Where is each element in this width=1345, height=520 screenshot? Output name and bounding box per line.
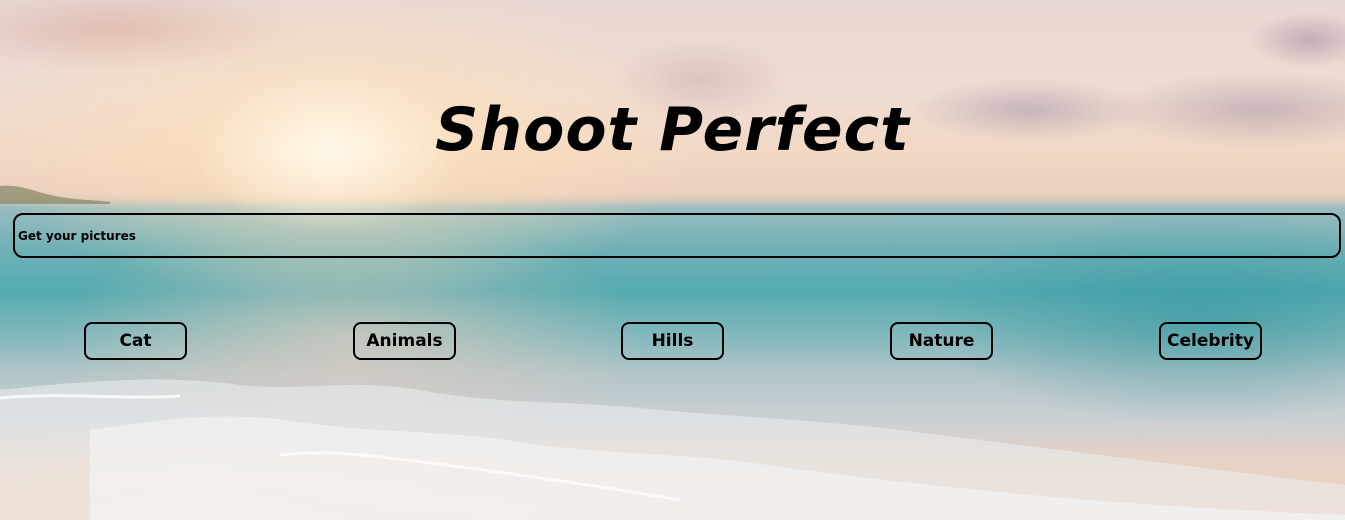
category-button-nature[interactable]: Nature: [890, 322, 993, 360]
headland-shape: [0, 185, 110, 204]
page: { "header": { "title": "Shoot Perfect" }…: [0, 0, 1345, 520]
search-input-text: Get your pictures: [18, 228, 136, 243]
search-input[interactable]: Get your pictures: [13, 213, 1341, 258]
sand-shore: [0, 390, 620, 520]
page-title: Shoot Perfect: [435, 95, 910, 165]
category-button-animals[interactable]: Animals: [353, 322, 456, 360]
category-button-celebrity[interactable]: Celebrity: [1159, 322, 1262, 360]
category-button-cat[interactable]: Cat: [84, 322, 187, 360]
category-button-hills[interactable]: Hills: [621, 322, 724, 360]
wave-foam: [0, 379, 1345, 520]
